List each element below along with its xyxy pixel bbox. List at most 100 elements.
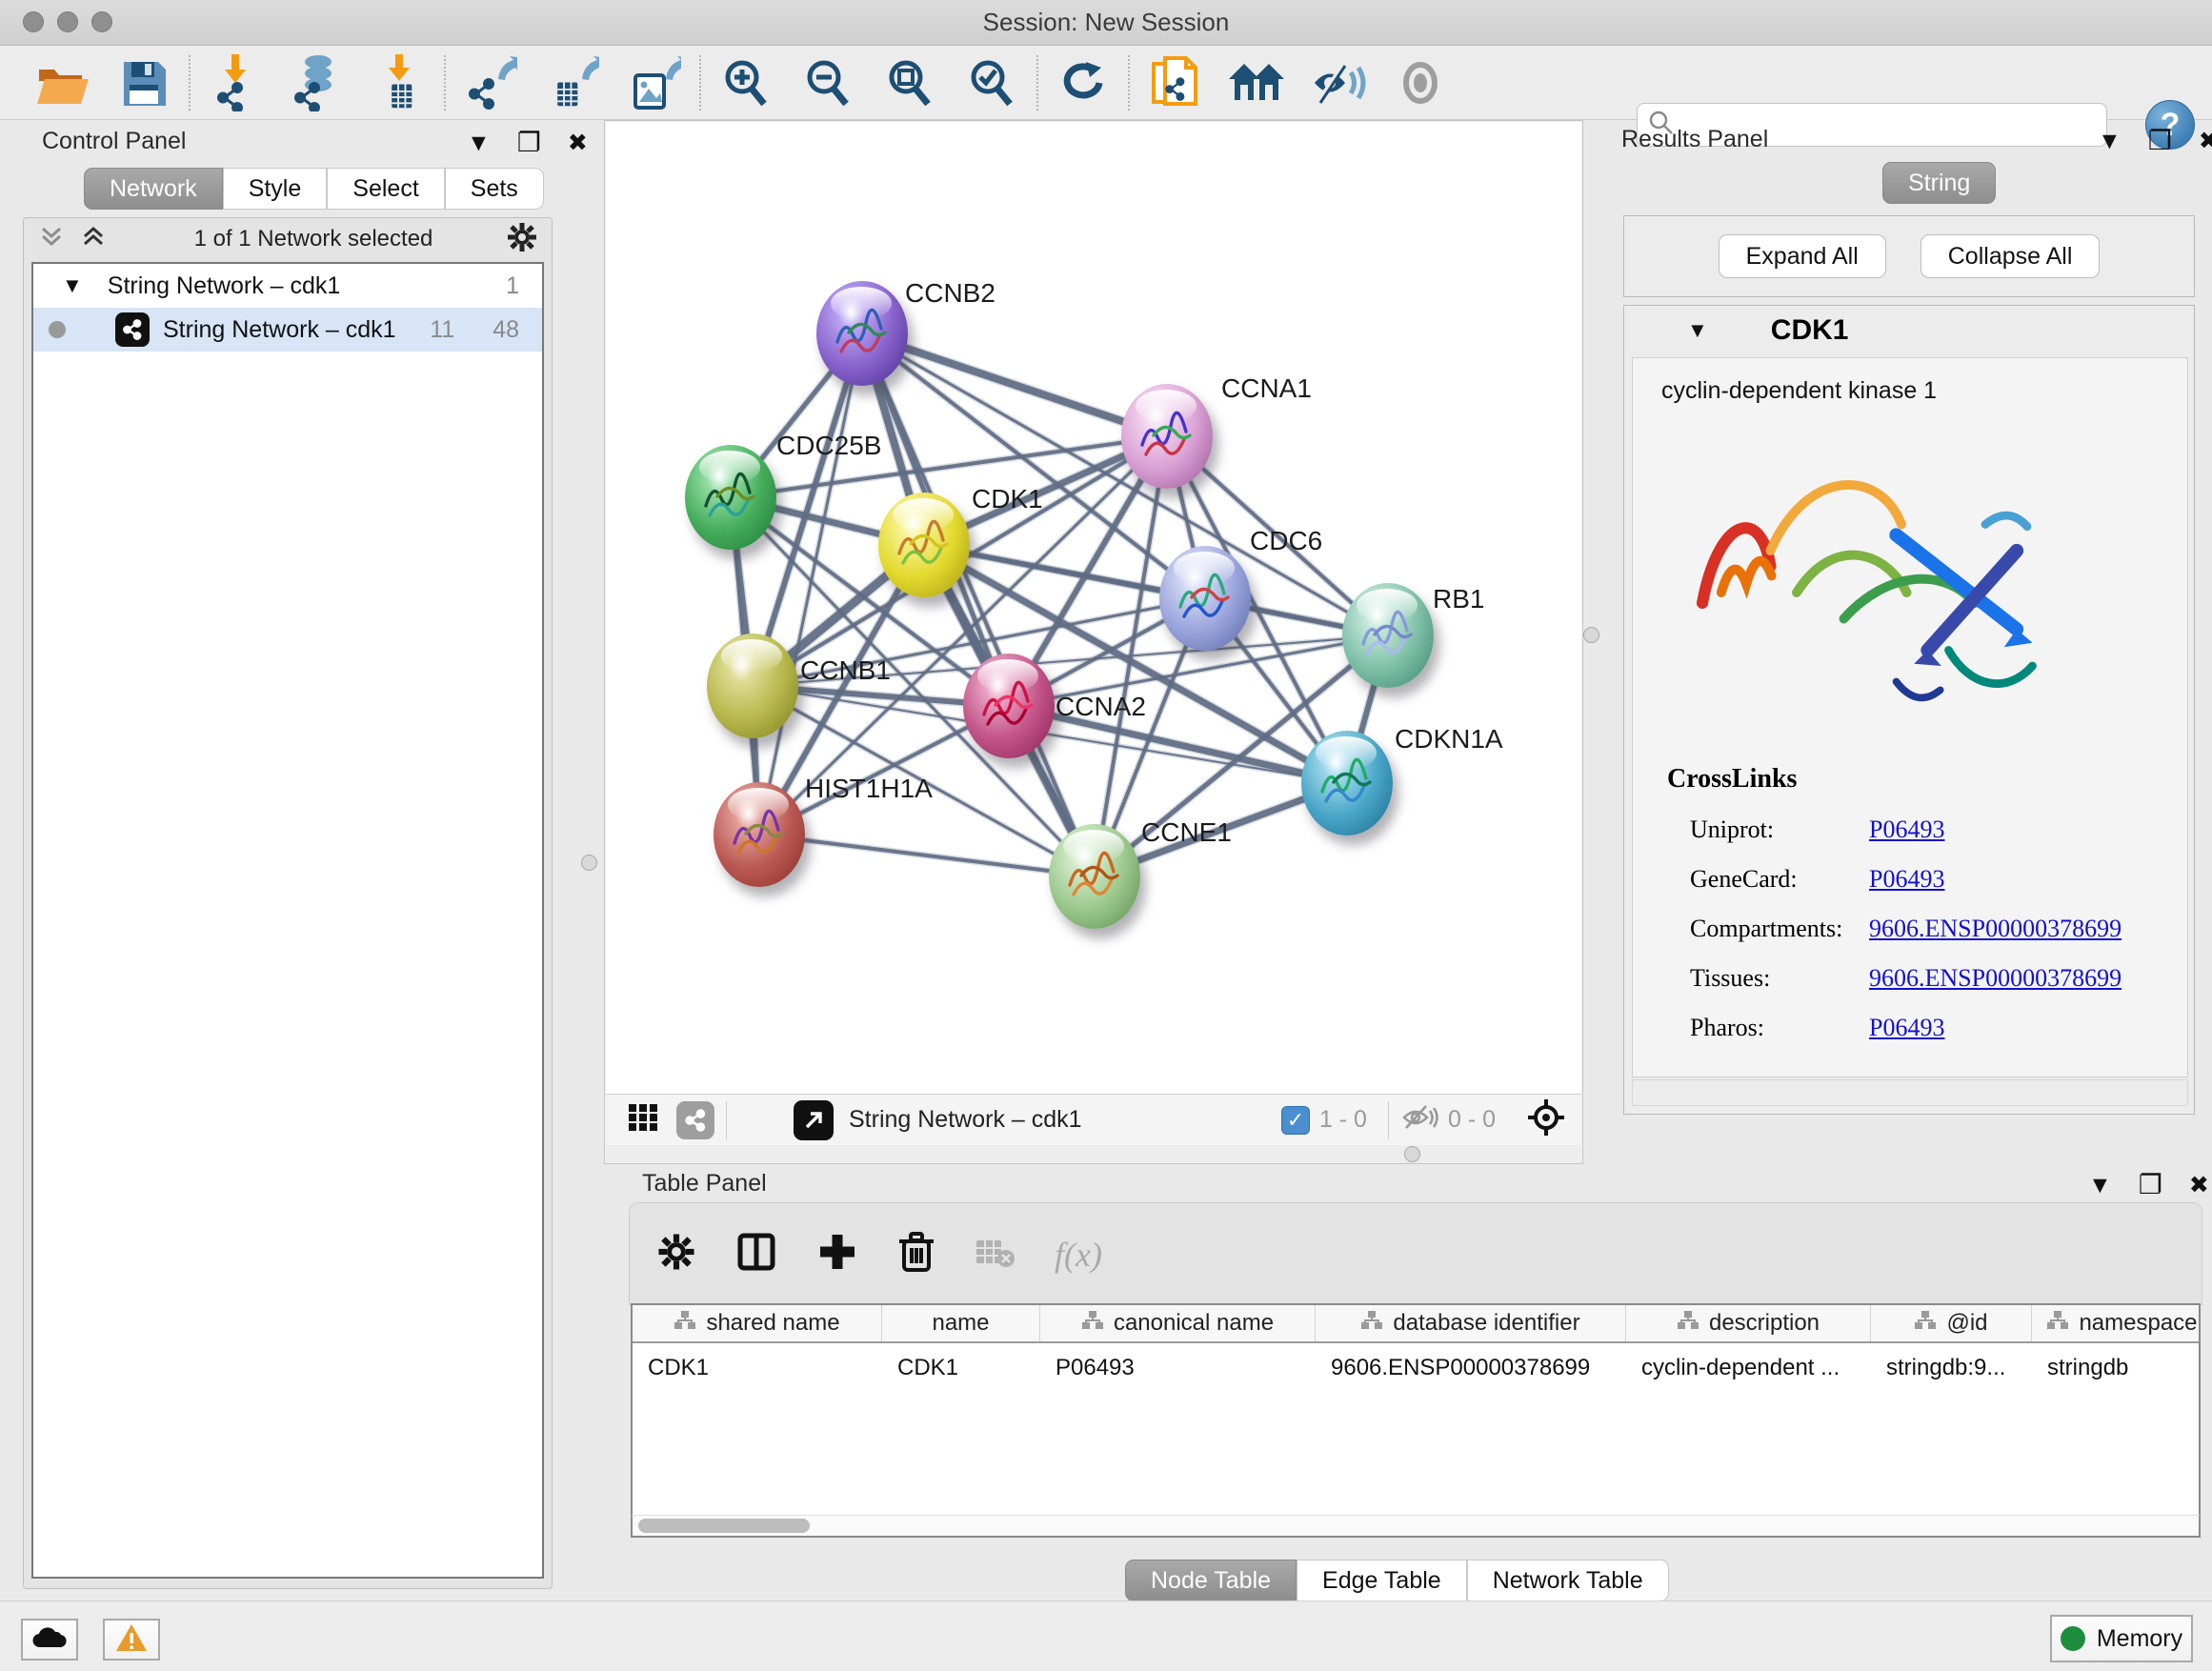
table-cell[interactable]: cyclin-dependent ... [1626, 1355, 1871, 1381]
collapse-table-icon[interactable]: ▼ [2088, 1174, 2112, 1198]
close-panel-icon[interactable]: ✖ [568, 131, 588, 155]
open-in-window-icon[interactable] [794, 1100, 834, 1140]
add-column-icon[interactable] [816, 1231, 858, 1278]
zoom-window-icon[interactable] [91, 11, 112, 32]
copy-network-icon[interactable] [1134, 52, 1216, 113]
crosslink-link[interactable]: 9606.ENSP00000378699 [1869, 915, 2122, 943]
protein-section-header[interactable]: ▼ CDK1 [1624, 306, 2194, 355]
expand-all-button[interactable]: Expand All [1719, 234, 1886, 278]
tab-sets[interactable]: Sets [445, 168, 544, 210]
crosslink-link[interactable]: 9606.ENSP00000378699 [1869, 964, 2122, 993]
birdseye-grid-icon[interactable] [627, 1101, 661, 1138]
results-scrollbar[interactable] [1632, 1079, 2188, 1106]
houses-icon[interactable] [1216, 52, 1297, 113]
table-settings-gear-icon[interactable] [656, 1232, 696, 1277]
table-cell[interactable]: 9606.ENSP00000378699 [1316, 1355, 1626, 1381]
expand-all-networks-icon[interactable] [79, 225, 108, 254]
crosslink-link[interactable]: P06493 [1869, 1014, 1944, 1042]
export-image-icon[interactable] [613, 52, 695, 113]
fit-crosshair-icon[interactable] [1526, 1097, 1566, 1142]
collapse-all-button[interactable]: Collapse All [1920, 234, 2101, 278]
table-cell[interactable]: CDK1 [882, 1355, 1040, 1381]
column-header-shared-name[interactable]: shared name [633, 1305, 882, 1341]
graph-node-ccna2[interactable] [963, 654, 1055, 758]
graph-node-ccnb2[interactable] [816, 281, 908, 386]
table-cell[interactable]: stringdb:9... [1871, 1355, 2032, 1381]
network-row[interactable]: String Network – cdk1 11 48 [33, 308, 542, 352]
crosslink-label: Tissues: [1690, 964, 1869, 993]
network-overview-share-icon[interactable] [676, 1101, 714, 1139]
splitter-handle-icon[interactable] [1404, 1146, 1420, 1162]
view-table-splitter[interactable] [606, 1145, 1581, 1163]
right-splitter-handle-icon[interactable] [1583, 627, 1599, 643]
graph-node-cdc25b[interactable] [685, 445, 776, 550]
tab-network-table[interactable]: Network Table [1467, 1560, 1669, 1601]
graph-node-hist1h1a[interactable] [714, 782, 805, 887]
zoom-out-icon[interactable] [787, 52, 869, 113]
hide-selected-icon[interactable] [1297, 52, 1379, 113]
network-canvas[interactable]: CCNB2CCNA1CDC25BCDK1CDC6RB1CCNB1CCNA2CDK… [606, 122, 1581, 1094]
minimize-window-icon[interactable] [57, 11, 78, 32]
close-window-icon[interactable] [23, 11, 44, 32]
export-network-icon[interactable] [450, 52, 532, 113]
network-collection-row[interactable]: ▼ String Network – cdk1 1 [33, 264, 542, 308]
table-hscrollbar[interactable] [631, 1515, 2201, 1538]
column-header-database-identifier[interactable]: database identifier [1316, 1305, 1626, 1341]
delete-column-trash-icon[interactable] [896, 1230, 936, 1278]
zoom-fit-icon[interactable] [869, 52, 951, 113]
column-header--id[interactable]: @id [1871, 1305, 2032, 1341]
table-hscrollbar-thumb[interactable] [638, 1519, 810, 1533]
graph-node-cdc6[interactable] [1159, 546, 1251, 651]
crosslink-link[interactable]: P06493 [1869, 815, 1944, 844]
tab-string[interactable]: String [1882, 162, 1996, 204]
tab-edge-table[interactable]: Edge Table [1297, 1560, 1467, 1601]
import-table-icon[interactable] [358, 52, 440, 113]
warnings-button[interactable] [103, 1619, 160, 1661]
collapse-panel-icon[interactable]: ▼ [467, 131, 491, 155]
collection-expander-icon[interactable]: ▼ [62, 273, 83, 298]
column-header-namespace[interactable]: namespace [2032, 1305, 2212, 1341]
close-table-icon[interactable]: ✖ [2189, 1174, 2209, 1198]
open-session-icon[interactable] [21, 52, 103, 113]
table-cell[interactable]: stringdb [2032, 1355, 2212, 1381]
column-header-canonical-name[interactable]: canonical name [1040, 1305, 1316, 1341]
protein-expander-icon[interactable]: ▼ [1687, 318, 1708, 343]
export-table-icon[interactable] [532, 52, 613, 113]
tab-select[interactable]: Select [327, 168, 444, 210]
cloud-button[interactable] [21, 1619, 78, 1661]
import-database-icon[interactable] [276, 52, 358, 113]
refresh-icon[interactable] [1042, 52, 1124, 113]
close-results-icon[interactable]: ✖ [2199, 130, 2212, 153]
import-network-icon[interactable] [194, 52, 276, 113]
graph-node-ccnb1[interactable] [707, 634, 798, 738]
hidden-eye-icon[interactable] [1400, 1102, 1438, 1137]
collapse-all-networks-icon[interactable] [37, 225, 66, 254]
graph-node-rb1[interactable] [1342, 583, 1434, 688]
save-session-icon[interactable] [103, 52, 185, 113]
graph-node-cdk1[interactable] [878, 493, 970, 597]
selected-checkbox-icon[interactable]: ✓ [1281, 1106, 1310, 1135]
float-table-icon[interactable]: ❐ [2139, 1172, 2162, 1198]
tab-network[interactable]: Network [84, 168, 223, 210]
table-row[interactable]: CDK1CDK1P064939606.ENSP00000378699cyclin… [633, 1343, 2199, 1393]
memory-button[interactable]: Memory [2050, 1615, 2193, 1662]
graph-node-ccne1[interactable] [1049, 824, 1140, 929]
column-header-name[interactable]: name [882, 1305, 1040, 1341]
left-splitter-handle-icon[interactable] [581, 855, 597, 871]
collapse-results-icon[interactable]: ▼ [2098, 130, 2122, 153]
tab-style[interactable]: Style [223, 168, 328, 210]
network-options-gear-icon[interactable] [506, 221, 538, 258]
table-cell[interactable]: P06493 [1040, 1355, 1316, 1381]
tab-node-table[interactable]: Node Table [1125, 1560, 1297, 1601]
show-all-icon[interactable] [1379, 52, 1461, 113]
show-columns-icon[interactable] [734, 1230, 778, 1278]
column-header-description[interactable]: description [1626, 1305, 1871, 1341]
float-results-icon[interactable]: ❐ [2148, 128, 2172, 154]
graph-node-ccna1[interactable] [1121, 384, 1213, 489]
zoom-in-icon[interactable] [705, 52, 787, 113]
table-cell[interactable]: CDK1 [633, 1355, 882, 1381]
graph-node-cdkn1a[interactable] [1301, 731, 1393, 836]
zoom-selected-icon[interactable] [951, 52, 1033, 113]
crosslink-link[interactable]: P06493 [1869, 865, 1944, 894]
float-panel-icon[interactable]: ❐ [517, 130, 541, 156]
